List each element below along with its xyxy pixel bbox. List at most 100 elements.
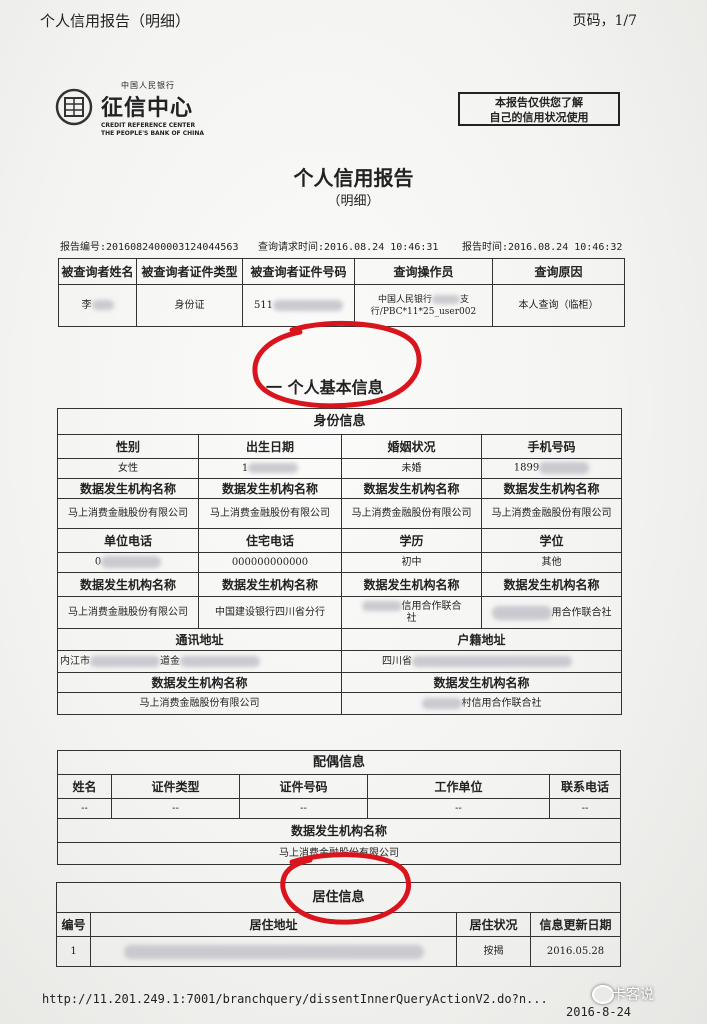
work-phone-cell: 0 [57,552,199,573]
th-operator: 查询操作员 [354,258,493,285]
logo-english-1: CREDIT REFERENCE CENTER [101,122,196,129]
spouse-title: 配偶信息 [56,750,622,775]
spouse-value: -- [57,798,112,819]
th-home-phone: 住宅电话 [198,528,342,553]
usage-stamp: 本报告仅供您了解 自己的信用状况使用 [458,92,620,126]
spouse-value: -- [239,798,368,819]
th-mobile: 手机号码 [480,434,623,459]
credit-seal-icon [55,88,93,126]
stamp-line-2: 自己的信用状况使用 [489,111,589,124]
redaction-blur [421,697,462,709]
degree-value: 其他 [480,552,623,573]
org-value: 马上消费金融股份有限公司 [57,692,342,715]
th-spouse-id-no: 证件号码 [239,774,368,799]
education-value: 初中 [341,552,482,573]
th-id-type: 被查询者证件类型 [136,258,243,285]
home-phone-value: 000000000000 [198,552,342,573]
th-hukou-address: 户籍地址 [340,628,623,651]
org-value: 马上消费金融股份有限公司 [57,498,199,529]
res-address-cell [90,936,457,967]
org-cell-4: 用合作联合社 [480,596,623,629]
report-subtitle: （明细） [327,194,380,209]
th-spouse-phone: 联系电话 [548,774,622,799]
th-name: 被查询者姓名 [58,258,137,285]
spouse-org: 马上消费金融股份有限公司 [56,842,622,865]
th-org: 数据发生机构名称 [480,572,623,597]
th-education: 学历 [341,528,482,553]
th-org: 数据发生机构名称 [198,572,342,597]
th-org: 数据发生机构名称 [198,478,342,499]
redaction-blur [491,605,552,620]
th-id-no: 被查询者证件号码 [242,258,355,285]
th-res-no: 编号 [56,912,91,937]
spouse-value: -- [367,798,550,819]
redaction-blur [412,655,572,667]
res-date: 2016.05.28 [529,936,622,967]
report-time: 报告时间:2016.08.24 10:46:32 [462,242,623,253]
footer-url: http://11.201.249.1:7001/branchquery/dis… [42,992,548,1006]
report-title: 个人信用报告 [293,166,414,190]
page-number: 页码，1/7 [572,13,637,29]
query-table: 被查询者姓名 被查询者证件类型 被查询者证件号码 查询操作员 查询原因 李 身份… [58,258,625,327]
redaction-blur [273,299,344,311]
spouse-table: 配偶信息 姓名 证件类型 证件号码 工作单位 联系电话 -- -- -- -- … [56,750,622,865]
res-no: 1 [56,936,91,967]
th-work-phone: 单位电话 [57,528,199,553]
gender-value: 女性 [57,458,199,479]
th-org: 数据发生机构名称 [340,672,623,693]
query-id-no-cell: 511 [242,284,355,327]
identity-title: 身份信息 [56,408,623,435]
watermark: 卡客说 [612,987,654,1003]
redaction-blur [101,556,162,569]
report-number: 报告编号:2016082400003124044563 [60,242,239,253]
th-degree: 学位 [480,528,623,553]
query-reason: 本人查询（临柜） [492,284,625,327]
credit-center-logo: 中国人民银行 征信中心 CREDIT REFERENCE CENTER THE … [55,80,225,140]
th-mail-address: 通讯地址 [57,628,342,651]
section-title: 一 个人基本信息 [266,378,384,397]
redaction-blur [248,463,299,473]
org-value: 马上消费金融股份有限公司 [57,596,199,629]
org-value: 马上消费金融股份有限公司 [341,498,482,529]
th-spouse-employer: 工作单位 [367,774,550,799]
th-marital: 婚姻状况 [341,434,482,459]
spouse-value: -- [111,798,240,819]
org-value: 马上消费金融股份有限公司 [198,498,342,529]
window-title: 个人信用报告（明细） [40,12,191,30]
redaction-blur [91,300,114,310]
query-name-cell: 李 [58,284,137,327]
stamp-line-1: 本报告仅供您了解 [495,96,583,109]
logo-title: 征信中心 [101,96,194,121]
footer-date: 2016-8-24 [566,1005,632,1019]
th-org: 数据发生机构名称 [57,478,199,499]
report-paper: 个人信用报告（明细） 页码，1/7 中国人民银行 征信中心 CREDIT REF… [0,0,707,1024]
redaction-blur [539,462,590,475]
residence-table: 居住信息 编号 居住地址 居住状况 信息更新日期 1 按揭 2016.05.28 [55,882,622,967]
th-org: 数据发生机构名称 [56,818,622,843]
birth-cell: 1 [198,458,342,479]
mail-address-cell: 内江市 道金 [57,650,342,673]
th-spouse-name: 姓名 [57,774,112,799]
th-res-address: 居住地址 [90,912,457,937]
mobile-cell: 1899 [480,458,623,479]
org-cell-3: 信用合作联合社 [341,596,482,629]
th-org: 数据发生机构名称 [57,572,199,597]
identity-table: 身份信息 性别 出生日期 婚姻状况 手机号码 女性 1 未婚 1899 数据发生… [56,408,623,715]
query-time: 查询请求时间:2016.08.24 10:46:31 [258,242,439,253]
redaction-blur [123,944,424,959]
org-value: 中国建设银行四川省分行 [198,596,342,629]
th-reason: 查询原因 [492,258,625,285]
th-org: 数据发生机构名称 [480,478,623,499]
query-id-type: 身份证 [136,284,243,327]
th-res-status: 居住状况 [456,912,531,937]
redaction-blur [432,294,460,304]
th-org: 数据发生机构名称 [57,672,342,693]
th-org: 数据发生机构名称 [341,572,482,597]
res-status: 按揭 [456,936,531,967]
marital-value: 未婚 [341,458,482,479]
hukou-address-cell: 四川省 [340,650,623,673]
redaction-blur [90,655,160,667]
residence-title: 居住信息 [55,882,622,913]
org-value: 马上消费金融股份有限公司 [480,498,623,529]
th-birth: 出生日期 [198,434,342,459]
